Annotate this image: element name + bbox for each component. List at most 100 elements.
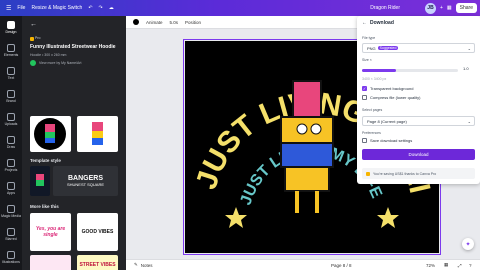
pro-savings-text: You're saving US$1 thanks to Canva Pro: [373, 171, 437, 176]
pages-select-value: Page 8 (Current page): [367, 118, 407, 124]
resize-menu[interactable]: Resize & Magic Switch: [31, 5, 82, 11]
top-bar: ☰ File Resize & Magic Switch ↶ ↷ ☁ Drago…: [0, 0, 480, 16]
pro-label: Pro: [35, 36, 41, 40]
compress-label: Compress file (lower quality): [370, 95, 421, 100]
page-indicator[interactable]: Page 8 / 8: [331, 263, 352, 268]
chevron-down-icon: ⌄: [467, 45, 471, 51]
brand-icon: [7, 90, 15, 98]
rail-item-starred[interactable]: Starred: [0, 223, 22, 246]
rail-item-label: Projects: [4, 168, 18, 172]
page-thumbnail-2[interactable]: [77, 116, 118, 152]
left-rail: Design Elements Text Brand Uploads Draw Projec…: [0, 16, 22, 270]
author-link[interactable]: View more by My Name/Art: [30, 60, 82, 66]
zoom-level[interactable]: 72%: [426, 263, 435, 268]
pages-select[interactable]: Page 8 (Current page) ⌄: [362, 116, 475, 126]
size-input[interactable]: 1.0: [463, 66, 469, 71]
size-slider[interactable]: [362, 69, 458, 72]
rail-item-label: Apps: [7, 191, 15, 195]
menu-icon[interactable]: ☰: [6, 5, 11, 12]
chart-icon[interactable]: ▦: [447, 5, 452, 11]
rail-item-projects[interactable]: Projects: [0, 154, 22, 177]
download-title: Download: [370, 20, 394, 26]
rail-item-label: Elements: [3, 53, 19, 57]
add-icon[interactable]: +: [440, 5, 443, 11]
notes-button[interactable]: Notes: [141, 263, 153, 268]
more-like-this-heading: More like this: [30, 204, 59, 209]
apps-icon: [7, 182, 15, 190]
position-button[interactable]: Position: [185, 20, 201, 25]
style-font-sample[interactable]: BANGERS SHUNEST SQUARE: [53, 166, 118, 196]
page-thumbnail-1[interactable]: [30, 116, 71, 152]
unchecked-icon: [362, 138, 367, 143]
suggested-badge: Suggested: [377, 46, 399, 50]
save-settings-option[interactable]: Save download settings: [362, 138, 412, 143]
rail-item-illustrations[interactable]: Illustrations: [0, 246, 22, 269]
starred-icon: [7, 228, 15, 236]
select-pages-label: Select pages: [362, 108, 383, 112]
more-thumb-4[interactable]: STREET VIBES: [77, 255, 118, 270]
more-thumb-1[interactable]: Yes, you are single: [30, 213, 71, 251]
rail-item-uploads[interactable]: Uploads: [0, 108, 22, 131]
file-type-value: PNG: [367, 45, 376, 51]
checked-icon: ✓: [362, 86, 367, 91]
back-arrow-icon[interactable]: ←: [362, 20, 367, 26]
rail-item-elements[interactable]: Elements: [0, 39, 22, 62]
duration-button[interactable]: 5.0s: [170, 20, 179, 25]
rail-item-text[interactable]: Text: [0, 62, 22, 85]
text-icon: [7, 67, 15, 75]
compress-option[interactable]: Compress file (lower quality): [362, 95, 420, 100]
download-panel: ← Download File type PNG Suggested ⌄ Siz…: [357, 16, 480, 184]
cloud-icon[interactable]: ☁: [109, 5, 114, 11]
more-thumb-4-text: STREET VIBES: [79, 262, 116, 268]
save-settings-label: Save download settings: [370, 138, 413, 143]
star-right: [377, 207, 399, 228]
rail-item-magic-media[interactable]: Magic Media: [0, 200, 22, 223]
more-thumb-2[interactable]: GOOD VIBES: [77, 213, 118, 251]
rail-item-label: Brand: [6, 99, 16, 103]
rail-item-apps[interactable]: Apps: [0, 177, 22, 200]
crown-icon: [366, 171, 370, 176]
pro-savings-note: You're saving US$1 thanks to Canva Pro: [362, 168, 475, 179]
grid-view-icon[interactable]: ▦: [444, 262, 448, 268]
magic-media-icon: [7, 205, 15, 213]
back-arrow-icon[interactable]: ←: [30, 21, 37, 28]
notes-icon[interactable]: ✎: [134, 262, 138, 268]
more-thumb-3[interactable]: [30, 255, 71, 270]
color-swatch[interactable]: [133, 19, 139, 25]
style-font-title: BANGERS: [67, 175, 103, 182]
file-type-select[interactable]: PNG Suggested ⌄: [362, 43, 475, 53]
star-left: [225, 207, 247, 228]
avatar[interactable]: JB: [425, 2, 436, 14]
file-menu[interactable]: File: [17, 5, 25, 11]
redo-icon[interactable]: ↷: [99, 5, 103, 11]
uploads-icon: [7, 113, 15, 121]
author-label: View more by My Name/Art: [39, 61, 82, 65]
animate-button[interactable]: Animate: [146, 20, 163, 25]
more-thumb-2-text: GOOD VIBES: [81, 229, 114, 235]
share-button[interactable]: Share: [455, 3, 477, 13]
projects-icon: [7, 159, 15, 167]
fullscreen-icon[interactable]: ⤢: [458, 263, 462, 268]
chevron-down-icon: ⌄: [467, 118, 471, 124]
unchecked-icon: [362, 95, 367, 100]
illustrations-icon: [7, 251, 15, 259]
rail-item-design[interactable]: Design: [0, 16, 22, 39]
magic-assistant-button[interactable]: ✦: [462, 238, 474, 250]
transparent-bg-option[interactable]: ✓ Transparent background: [362, 86, 413, 91]
size-label: Size ×: [362, 58, 372, 62]
author-avatar: [30, 60, 36, 66]
template-title: Funny Illustrated Streetwear Hoodie: [30, 44, 116, 50]
style-swatch-dark[interactable]: [30, 166, 50, 196]
template-panel: ← Pro Funny Illustrated Streetwear Hoodi…: [22, 16, 126, 270]
crown-icon: [30, 37, 34, 41]
doc-title[interactable]: Dragon Rider: [370, 5, 400, 11]
rail-item-draw[interactable]: Draw: [0, 131, 22, 154]
help-icon[interactable]: ?: [469, 263, 472, 268]
rail-item-label: Starred: [5, 237, 17, 241]
download-button[interactable]: Download: [362, 149, 475, 160]
transparent-bg-label: Transparent background: [370, 86, 414, 91]
undo-icon[interactable]: ↶: [88, 5, 92, 11]
more-thumb-1-text: Yes, you are single: [35, 226, 66, 238]
rail-item-brand[interactable]: Brand: [0, 85, 22, 108]
footer-bar: ✎ Notes Page 8 / 8 72% ▦ ⤢ ?: [126, 259, 480, 270]
